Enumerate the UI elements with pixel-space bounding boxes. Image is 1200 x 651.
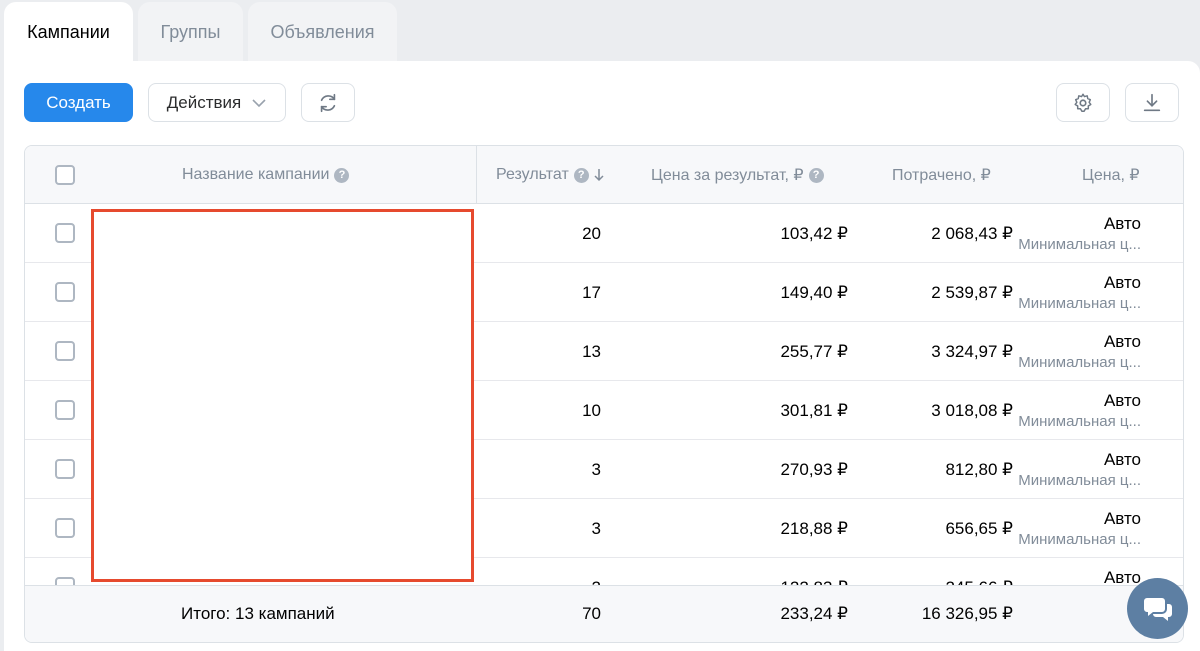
row-checkbox[interactable] [55, 459, 75, 479]
price-mode: Авто [1103, 214, 1141, 233]
cell-cost-per-result: 270,93 ₽ [780, 460, 848, 479]
chevron-down-icon [252, 98, 266, 107]
cell-result: 20 [582, 224, 601, 243]
header-cost-per-result[interactable]: Цена за результат, ₽ ? [651, 146, 824, 204]
header-price-label: Цена, ₽ [1082, 167, 1140, 184]
cell-cost-per-result: 149,40 ₽ [780, 283, 848, 302]
cell-price[interactable]: Авто Минимальная ц... [1013, 273, 1141, 312]
price-mode: Авто [1103, 391, 1141, 410]
price-strategy: Минимальная ц... [1018, 413, 1141, 430]
cell-spent: 3 018,08 ₽ [931, 401, 1013, 420]
gear-icon [1074, 93, 1092, 112]
price-strategy: Минимальная ц... [1018, 295, 1141, 312]
header-name-label: Название кампании [182, 166, 330, 183]
price-mode: Авто [1103, 273, 1141, 292]
cell-spent: 656,65 ₽ [945, 519, 1013, 538]
price-mode: Авто [1103, 450, 1141, 469]
cell-price[interactable]: Авто Минимальная ц... [1013, 391, 1141, 430]
cell-result: 3 [591, 460, 601, 479]
price-strategy: Минимальная ц... [1018, 472, 1141, 489]
cell-cost-per-result: 103,42 ₽ [780, 224, 848, 243]
download-icon [1143, 93, 1161, 111]
header-campaign-name[interactable]: Название кампании ? [182, 146, 350, 204]
cell-price[interactable]: Авто Минимальная ц... [1013, 509, 1141, 548]
total-result: 70 [582, 604, 601, 623]
select-all-checkbox[interactable] [55, 165, 75, 185]
cell-spent: 2 068,43 ₽ [931, 224, 1013, 243]
table-header: Название кампании ? Результат ? Цена за … [25, 146, 1183, 204]
chat-button[interactable] [1127, 578, 1188, 639]
header-result[interactable]: Результат ? [496, 146, 604, 204]
header-spent[interactable]: Потрачено, ₽ [892, 146, 991, 204]
sort-down-icon [594, 169, 604, 182]
chat-icon [1143, 597, 1172, 621]
row-checkbox[interactable] [55, 341, 75, 361]
cell-spent: 812,80 ₽ [945, 460, 1013, 479]
cell-price[interactable]: Авто [1013, 568, 1141, 586]
cell-price[interactable]: Авто Минимальная ц... [1013, 332, 1141, 371]
price-strategy: Минимальная ц... [1018, 531, 1141, 548]
cell-result: 10 [582, 401, 601, 420]
price-strategy: Минимальная ц... [1018, 354, 1141, 371]
row-checkbox[interactable] [55, 518, 75, 538]
help-icon[interactable]: ? [808, 167, 824, 183]
actions-label: Действия [166, 92, 242, 112]
tab-groups[interactable]: Группы [138, 2, 243, 62]
help-icon[interactable]: ? [334, 167, 350, 183]
tab-bar: Кампании Группы Объявления [4, 2, 397, 62]
table-footer: Итого: 13 кампаний 70 233,24 ₽ 16 326,95… [25, 585, 1183, 642]
cell-result: 13 [582, 342, 601, 361]
redaction-box [91, 209, 474, 582]
tab-ads[interactable]: Объявления [248, 2, 397, 62]
cell-result: 17 [582, 283, 601, 302]
tab-campaigns[interactable]: Кампании [4, 2, 133, 62]
refresh-icon [320, 93, 336, 112]
cell-spent: 2 539,87 ₽ [931, 283, 1013, 302]
header-spent-label: Потрачено, ₽ [892, 167, 991, 184]
cell-spent: 3 324,97 ₽ [931, 342, 1013, 361]
create-button[interactable]: Создать [24, 83, 133, 122]
total-cost-per-result: 233,24 ₽ [780, 604, 848, 623]
row-checkbox[interactable] [55, 282, 75, 302]
cell-cost-per-result: 218,88 ₽ [780, 519, 848, 538]
help-icon[interactable]: ? [573, 167, 589, 183]
row-checkbox[interactable] [55, 223, 75, 243]
header-result-label: Результат [496, 166, 569, 183]
cell-price[interactable]: Авто Минимальная ц... [1013, 450, 1141, 489]
header-price[interactable]: Цена, ₽ [1082, 146, 1140, 204]
price-mode: Авто [1103, 568, 1141, 586]
cell-cost-per-result: 255,77 ₽ [780, 342, 848, 361]
refresh-button[interactable] [301, 83, 355, 122]
download-button[interactable] [1125, 83, 1179, 122]
cell-price[interactable]: Авто Минимальная ц... [1013, 214, 1141, 253]
actions-dropdown[interactable]: Действия [148, 83, 286, 122]
row-checkbox[interactable] [55, 400, 75, 420]
price-strategy: Минимальная ц... [1018, 236, 1141, 253]
price-mode: Авто [1103, 509, 1141, 528]
column-divider[interactable] [476, 146, 477, 204]
cell-result: 3 [591, 519, 601, 538]
total-label: Итого: 13 кампаний [181, 604, 335, 623]
cell-cost-per-result: 301,81 ₽ [780, 401, 848, 420]
settings-button[interactable] [1056, 83, 1110, 122]
header-cpr-label: Цена за результат, ₽ [651, 167, 804, 184]
price-mode: Авто [1103, 332, 1141, 351]
total-spent: 16 326,95 ₽ [921, 604, 1013, 623]
